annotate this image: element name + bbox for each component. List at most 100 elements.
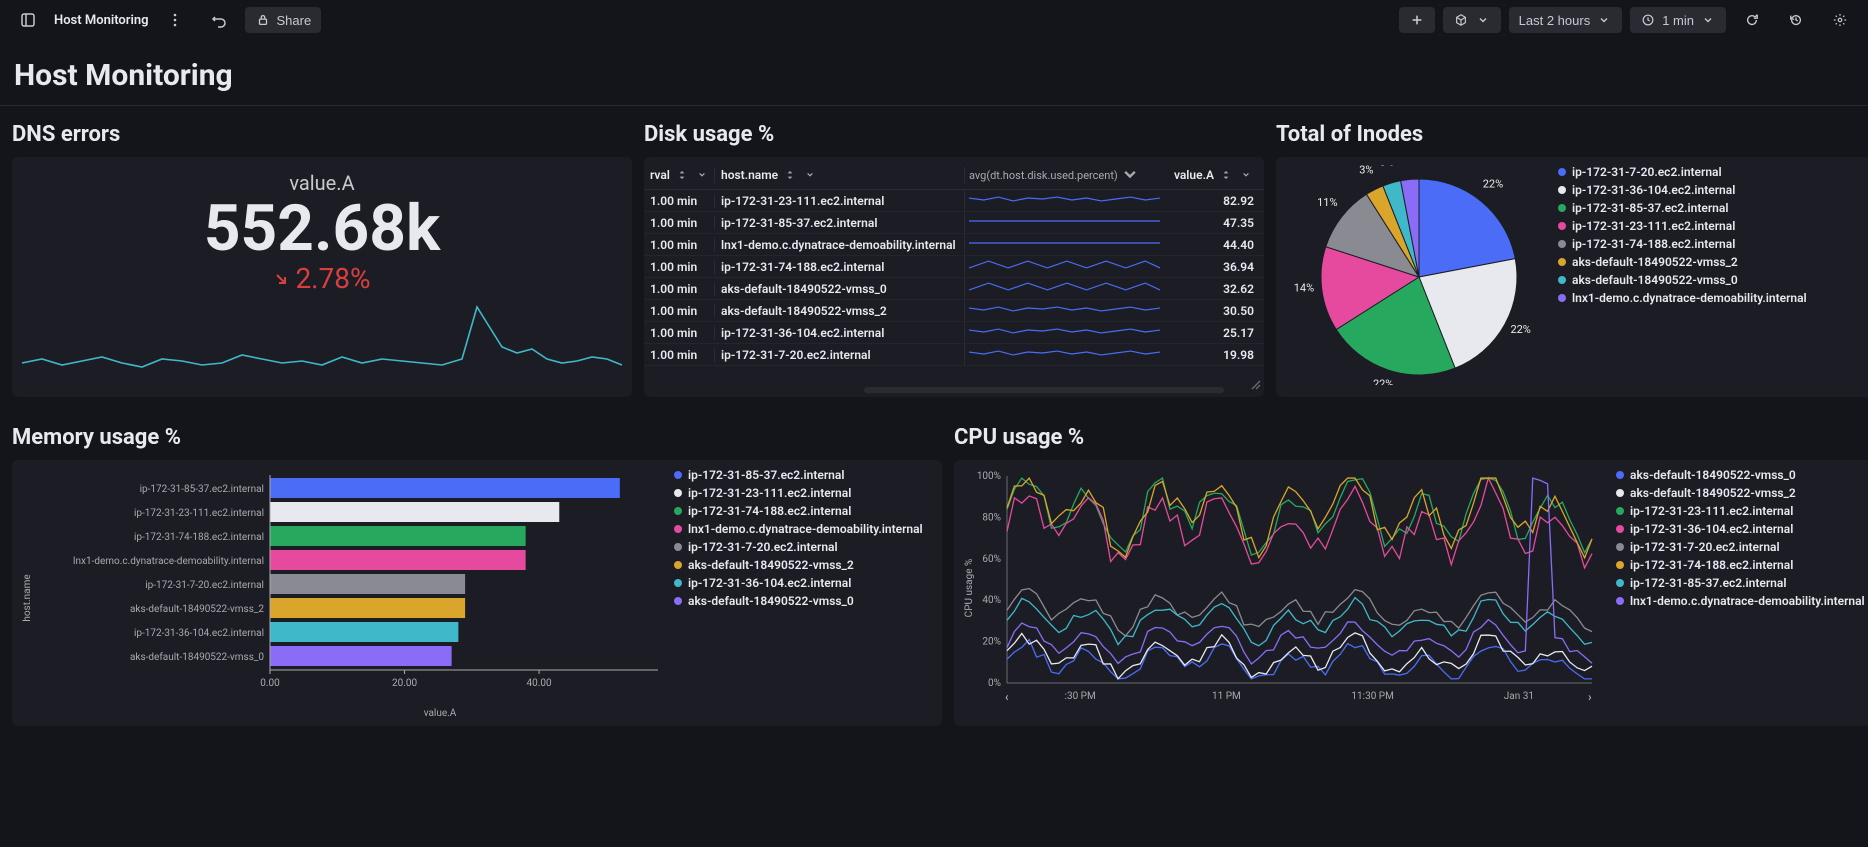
table-row[interactable]: 1.00 minip-172-31-36-104.ec2.internal25.…: [644, 322, 1264, 344]
legend-item[interactable]: ip-172-31-36-104.ec2.internal: [1616, 522, 1865, 536]
legend-item[interactable]: lnx1-demo.c.dynatrace-demoability.intern…: [1616, 594, 1865, 608]
col-header-value[interactable]: value.A: [1164, 167, 1264, 183]
table-header: rval host.name avg(dt.host.disk.used.per…: [644, 161, 1264, 190]
cell-value: 32.62: [1164, 282, 1264, 296]
cube-button[interactable]: [1443, 7, 1501, 33]
cell-interval: 1.00 min: [644, 282, 714, 296]
legend-item[interactable]: ip-172-31-23-111.ec2.internal: [1616, 504, 1865, 518]
more-button[interactable]: [157, 7, 193, 33]
svg-text:11:30 PM: 11:30 PM: [1351, 691, 1393, 702]
svg-text:3%: 3%: [1380, 165, 1394, 169]
history-icon: [1788, 12, 1804, 28]
more-vertical-icon: [167, 12, 183, 28]
add-button[interactable]: [1399, 7, 1435, 33]
legend-item[interactable]: ip-172-31-23-111.ec2.internal: [674, 486, 923, 500]
legend-label: aks-default-18490522-vmss_0: [688, 594, 854, 608]
timerange-button[interactable]: Last 2 hours: [1509, 7, 1623, 33]
timerange-label: Last 2 hours: [1519, 13, 1591, 28]
table-row[interactable]: 1.00 minlnx1-demo.c.dynatrace-demoabilit…: [644, 234, 1264, 256]
legend-item[interactable]: ip-172-31-7-20.ec2.internal: [674, 540, 923, 554]
cell-sparkline: [964, 344, 1164, 365]
memory-ylabel: host.name: [22, 575, 33, 622]
panel-body[interactable]: ip-172-31-85-37.ec2.internal ip-172-31-23…: [12, 460, 942, 726]
legend-label: aks-default-18490522-vmss_2: [1630, 486, 1796, 500]
cell-sparkline: [964, 256, 1164, 277]
legend-item[interactable]: ip-172-31-85-37.ec2.internal: [1616, 576, 1865, 590]
legend-dot-icon: [674, 597, 682, 605]
sort-icon: [1218, 167, 1234, 183]
legend-label: ip-172-31-7-20.ec2.internal: [688, 540, 838, 554]
legend-item[interactable]: aks-default-18490522-vmss_0: [1558, 273, 1807, 287]
col-header-metric[interactable]: avg(dt.host.disk.used.percent): [964, 167, 1164, 183]
legend-item[interactable]: aks-default-18490522-vmss_2: [674, 558, 923, 572]
legend-item[interactable]: aks-default-18490522-vmss_2: [1558, 255, 1807, 269]
svg-text:11%: 11%: [1317, 196, 1337, 209]
cell-value: 82.92: [1164, 194, 1264, 208]
cell-interval: 1.00 min: [644, 304, 714, 318]
disk-table: rval host.name avg(dt.host.disk.used.per…: [644, 161, 1264, 366]
cell-sparkline: [964, 190, 1164, 211]
legend-item[interactable]: ip-172-31-74-188.ec2.internal: [1558, 237, 1807, 251]
legend-item[interactable]: ip-172-31-7-20.ec2.internal: [1616, 540, 1865, 554]
legend-label: lnx1-demo.c.dynatrace-demoability.intern…: [1572, 291, 1807, 305]
legend-item[interactable]: ip-172-31-23-111.ec2.internal: [1558, 219, 1807, 233]
table-row[interactable]: 1.00 minaks-default-18490522-vmss_032.62: [644, 278, 1264, 300]
panel-body[interactable]: value.A 552.68k 2.78%: [12, 157, 632, 397]
legend-dot-icon: [1616, 489, 1624, 497]
svg-text:ip-172-31-36-104.ec2.internal: ip-172-31-36-104.ec2.internal: [134, 628, 264, 639]
dns-sparkline: [20, 295, 624, 385]
table-row[interactable]: 1.00 minip-172-31-7-20.ec2.internal19.98: [644, 344, 1264, 366]
legend-label: ip-172-31-85-37.ec2.internal: [688, 468, 844, 482]
refresh-now-button[interactable]: [1734, 7, 1770, 33]
share-button[interactable]: Share: [245, 7, 322, 33]
legend-item[interactable]: ip-172-31-36-104.ec2.internal: [674, 576, 923, 590]
panel-inodes: Total of Inodes 22%22%22%14%11%3%3%3% ip…: [1276, 116, 1868, 397]
col-header-host[interactable]: host.name: [714, 167, 964, 183]
panel-toggle-button[interactable]: [10, 7, 46, 33]
refresh-interval-button[interactable]: 1 min: [1630, 7, 1726, 33]
horizontal-scrollbar[interactable]: [864, 387, 1224, 393]
cell-value: 44.40: [1164, 238, 1264, 252]
legend-item[interactable]: ip-172-31-74-188.ec2.internal: [1616, 558, 1865, 572]
share-label: Share: [277, 13, 312, 28]
legend-item[interactable]: aks-default-18490522-vmss_2: [1616, 486, 1865, 500]
sort-icon: [674, 167, 690, 183]
cell-sparkline: [964, 212, 1164, 233]
legend-item[interactable]: aks-default-18490522-vmss_0: [1616, 468, 1865, 482]
legend-dot-icon: [1558, 276, 1566, 284]
panel-body[interactable]: 0%20%40%60%80%100%:30 PM11 PM11:30 PMJan…: [954, 460, 1868, 726]
panel-body[interactable]: 22%22%22%14%11%3%3%3% ip-172-31-7-20.ec2…: [1276, 157, 1868, 397]
panel-body[interactable]: rval host.name avg(dt.host.disk.used.per…: [644, 157, 1264, 397]
table-row[interactable]: 1.00 minaks-default-18490522-vmss_230.50: [644, 300, 1264, 322]
legend-item[interactable]: lnx1-demo.c.dynatrace-demoability.intern…: [674, 522, 923, 536]
legend-item[interactable]: ip-172-31-7-20.ec2.internal: [1558, 165, 1807, 179]
legend-dot-icon: [674, 471, 682, 479]
legend-label: ip-172-31-74-188.ec2.internal: [688, 504, 851, 518]
settings-button[interactable]: [1822, 7, 1858, 33]
cell-value: 30.50: [1164, 304, 1264, 318]
legend-label: ip-172-31-23-111.ec2.internal: [1572, 219, 1735, 233]
legend-item[interactable]: ip-172-31-74-188.ec2.internal: [674, 504, 923, 518]
resize-handle-icon[interactable]: [1250, 379, 1262, 395]
memory-legend: ip-172-31-85-37.ec2.internal ip-172-31-23…: [674, 468, 923, 718]
legend-item[interactable]: lnx1-demo.c.dynatrace-demoability.intern…: [1558, 291, 1807, 305]
legend-item[interactable]: ip-172-31-85-37.ec2.internal: [1558, 201, 1807, 215]
legend-dot-icon: [1616, 525, 1624, 533]
legend-label: ip-172-31-23-111.ec2.internal: [688, 486, 851, 500]
col-header-interval[interactable]: rval: [644, 167, 714, 183]
cell-value: 47.35: [1164, 216, 1264, 230]
table-row[interactable]: 1.00 minip-172-31-85-37.ec2.internal47.3…: [644, 212, 1264, 234]
table-row[interactable]: 1.00 minip-172-31-23-111.ec2.internal82.…: [644, 190, 1264, 212]
cell-value: 36.94: [1164, 260, 1264, 274]
history-button[interactable]: [1778, 7, 1814, 33]
svg-text:lnx1-demo.c.dynatrace-demoabil: lnx1-demo.c.dynatrace-demoability.intern…: [73, 556, 264, 567]
cell-interval: 1.00 min: [644, 348, 714, 362]
legend-item[interactable]: ip-172-31-36-104.ec2.internal: [1558, 183, 1807, 197]
undo-button[interactable]: [201, 7, 237, 33]
table-row[interactable]: 1.00 minip-172-31-74-188.ec2.internal36.…: [644, 256, 1264, 278]
legend-dot-icon: [674, 525, 682, 533]
chevron-down-icon: [802, 167, 818, 183]
legend-item[interactable]: aks-default-18490522-vmss_0: [674, 594, 923, 608]
legend-item[interactable]: ip-172-31-85-37.ec2.internal: [674, 468, 923, 482]
legend-label: aks-default-18490522-vmss_0: [1630, 468, 1796, 482]
